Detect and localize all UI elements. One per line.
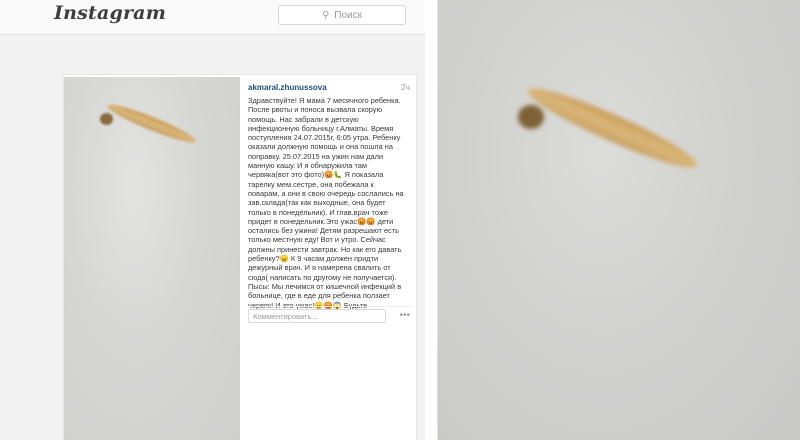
- search-placeholder: Поиск: [334, 9, 363, 21]
- post-time: 2ч.: [401, 83, 412, 92]
- larva-head: [100, 113, 113, 125]
- zoomed-larva: [522, 78, 703, 178]
- zoomed-larva-head: [518, 105, 544, 129]
- instagram-logo[interactable]: Instagram: [54, 2, 166, 24]
- comment-row: Комментировать... •••: [248, 306, 412, 325]
- post-caption: Здравствуйте! Я мама 7 месячного ребенка…: [248, 96, 404, 319]
- search-icon: ⚲: [321, 9, 330, 21]
- instagram-screenshot-panel: Instagram ⚲ Поиск akmaral.zhunussova 2ч.…: [0, 0, 425, 440]
- top-bar: Instagram ⚲ Поиск: [0, 0, 425, 35]
- post-card: akmaral.zhunussova 2ч. Здравствуйте! Я м…: [64, 75, 416, 440]
- post-meta: akmaral.zhunussova 2ч. Здравствуйте! Я м…: [248, 83, 412, 319]
- post-username[interactable]: akmaral.zhunussova: [248, 83, 412, 92]
- larva-shape: [105, 99, 198, 148]
- zoomed-photo-panel: [437, 0, 800, 440]
- post-photo[interactable]: [64, 77, 240, 440]
- panel-divider: [425, 0, 437, 440]
- search-box[interactable]: ⚲ Поиск: [278, 5, 406, 25]
- more-options-button[interactable]: •••: [399, 310, 410, 321]
- comment-input[interactable]: Комментировать...: [248, 309, 386, 323]
